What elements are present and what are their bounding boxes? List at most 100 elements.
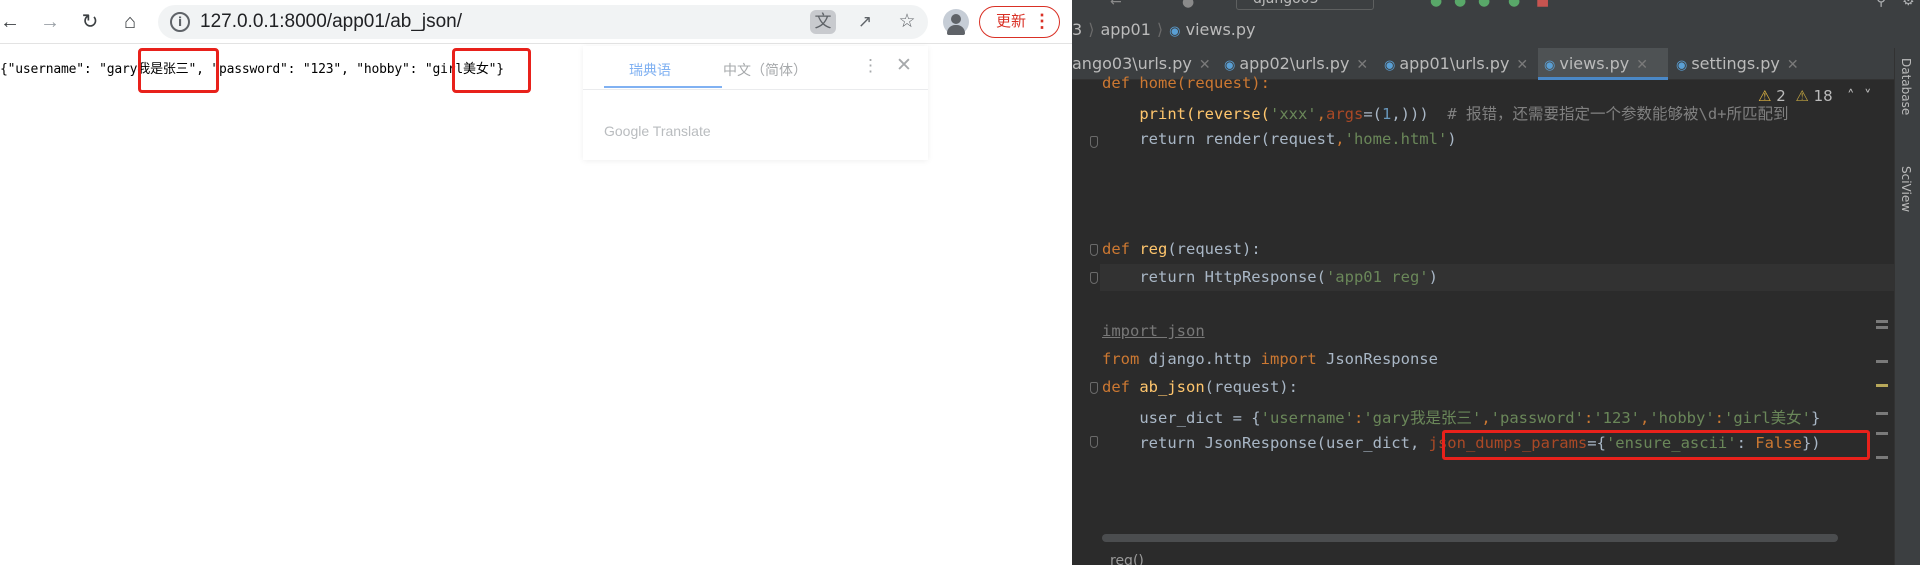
code-comment: # 报错，还需要指定一个参数能够被\d+所匹配到: [1447, 105, 1789, 123]
fold-marker-icon[interactable]: [1090, 436, 1098, 448]
tab-app01-urls[interactable]: ◉ app01\urls.py ✕: [1378, 48, 1534, 80]
horizontal-scrollbar[interactable]: [1102, 534, 1838, 542]
fold-marker-icon[interactable]: [1090, 136, 1098, 148]
weak-warning-icon: ⚠: [1795, 87, 1809, 105]
share-icon[interactable]: ↗: [852, 10, 878, 34]
breadcrumb-root[interactable]: 3: [1072, 20, 1082, 39]
code-token: 'girl美女': [1724, 409, 1812, 427]
kebab-menu-icon[interactable]: ⋮: [1033, 7, 1051, 36]
tab-views[interactable]: ◉ views.py ✕: [1538, 48, 1668, 80]
stop-icon[interactable]: ■: [1536, 0, 1549, 9]
highlight-box-username: [138, 48, 219, 93]
code-editor[interactable]: def home(request): print(reverse('xxx', a…: [1072, 74, 1894, 540]
tab-label: settings.py: [1691, 54, 1780, 73]
run-config-select[interactable]: django03: [1236, 0, 1374, 10]
code-token: print(reverse(: [1102, 105, 1270, 123]
code-token: ): [1447, 130, 1457, 148]
profile-avatar-icon[interactable]: [943, 9, 969, 35]
code-token: 'xxx': [1269, 105, 1317, 123]
code-line-def-reg: def reg(request):: [1102, 240, 1261, 258]
code-line-import-json: import json: [1102, 322, 1205, 340]
tab-label: views.py: [1559, 54, 1630, 73]
python-file-icon: ◉: [1224, 58, 1236, 73]
code-token: user_dict = {: [1102, 409, 1261, 427]
debug-icon[interactable]: ●: [1454, 0, 1466, 9]
code-token: ab_json: [1139, 378, 1205, 396]
forward-arrow-icon[interactable]: →: [36, 8, 64, 36]
update-button[interactable]: 更新 ⋮: [979, 6, 1060, 38]
breadcrumb-separator: ⟩: [1156, 20, 1164, 39]
tool-window-database[interactable]: Database: [1899, 58, 1913, 115]
inspection-widget[interactable]: ⚠ 2 ⚠ 18 ˄ ˅: [1758, 87, 1872, 105]
breadcrumb-folder[interactable]: app01: [1100, 20, 1150, 39]
popup-menu-icon[interactable]: ⋮: [862, 56, 879, 76]
warning-icon: ⚠: [1758, 87, 1772, 105]
tab-label: ango03\urls.py: [1072, 54, 1192, 73]
run-icon[interactable]: ●: [1430, 0, 1442, 9]
close-icon[interactable]: ✕: [1199, 57, 1211, 73]
json-response-text: {"username": "gary我是张三", "password": "12…: [0, 62, 504, 77]
code-token: def: [1102, 240, 1140, 258]
breadcrumb-file[interactable]: views.py: [1186, 20, 1256, 39]
fold-marker-icon[interactable]: [1090, 382, 1098, 394]
bookmark-star-icon[interactable]: ☆: [894, 10, 920, 34]
address-bar[interactable]: i 127.0.0.1:8000/app01/ab_json/ 文 ↗ ☆: [158, 5, 928, 39]
close-icon[interactable]: ✕: [896, 54, 912, 77]
code-token: ,: [1316, 105, 1326, 123]
tool-window-sciview[interactable]: SciView: [1899, 166, 1913, 212]
browser-toolbar: ← → ↻ ⌂ i 127.0.0.1:8000/app01/ab_json/ …: [0, 0, 1072, 44]
profile-icon[interactable]: ●: [1508, 0, 1520, 9]
back-arrow-icon[interactable]: ←: [0, 8, 24, 36]
tab-label: app01\urls.py: [1399, 54, 1510, 73]
ide-navbar: ← ● django03 ● ● ● ● ■ ⚲ ⚙ 3 ⟩ app01 ⟩ ◉ vie…: [1072, 0, 1920, 48]
code-token: 'app01 reg': [1325, 268, 1429, 286]
breadcrumb: 3 ⟩ app01 ⟩ ◉ views.py: [1072, 20, 1256, 39]
code-token: 'home.html': [1344, 130, 1448, 148]
python-file-icon: ◉: [1384, 58, 1396, 73]
url-host: 127.0.0.1: [200, 11, 280, 32]
code-token: def: [1102, 378, 1140, 396]
code-token: import: [1260, 350, 1317, 368]
code-token: 'hobby': [1649, 409, 1715, 427]
code-token: :: [1353, 409, 1364, 427]
code-token: ,: [1481, 409, 1491, 427]
site-info-icon[interactable]: i: [170, 12, 190, 32]
close-icon[interactable]: ✕: [1516, 57, 1528, 73]
code-token: ): [1428, 268, 1438, 286]
google-translate-brand: Google Translate: [604, 123, 711, 139]
close-icon[interactable]: ✕: [1636, 57, 1648, 73]
update-label: 更新: [996, 13, 1027, 30]
python-file-icon: ◉: [1169, 24, 1181, 39]
code-token: (request):: [1167, 240, 1261, 258]
code-token: from: [1102, 350, 1140, 368]
bottom-breadcrumb[interactable]: reg(): [1110, 553, 1144, 565]
home-icon[interactable]: ⌂: [116, 8, 144, 36]
fold-marker-icon[interactable]: [1090, 272, 1098, 284]
back-icon[interactable]: ←: [1110, 0, 1122, 10]
close-icon[interactable]: ✕: [1787, 57, 1799, 73]
url-text[interactable]: 127.0.0.1:8000/app01/ab_json/: [200, 5, 462, 39]
code-line-from-import: from django.http import JsonResponse: [1102, 350, 1438, 368]
user-icon[interactable]: ●: [1182, 0, 1194, 10]
search-icon[interactable]: ⚲: [1876, 0, 1886, 9]
fold-marker-icon[interactable]: [1090, 244, 1098, 256]
tab-settings[interactable]: ◉ settings.py ✕: [1670, 48, 1805, 80]
chevron-down-icon[interactable]: ˅: [1864, 87, 1872, 105]
tab-target-language[interactable]: 中文（简体）: [723, 60, 807, 80]
coverage-icon[interactable]: ●: [1478, 0, 1490, 9]
tab-label: app02\urls.py: [1239, 54, 1350, 73]
code-token: ,: [1335, 130, 1345, 148]
code-token: 'password': [1490, 409, 1584, 427]
translate-icon[interactable]: 文: [810, 10, 836, 34]
code-token: def home(request):: [1102, 74, 1270, 92]
tab-source-language[interactable]: 瑞典语: [629, 60, 671, 80]
code-token: reg: [1139, 240, 1168, 258]
chevron-up-icon[interactable]: ˄: [1847, 87, 1855, 105]
right-tool-strip: Database SciView: [1894, 48, 1920, 565]
close-icon[interactable]: ✕: [1356, 57, 1368, 73]
settings-gear-icon[interactable]: ⚙: [1902, 0, 1915, 9]
url-path: :8000/app01/ab_json/: [279, 11, 463, 32]
reload-icon[interactable]: ↻: [76, 8, 104, 36]
code-line-httpresponse: return HttpResponse('app01 reg'): [1102, 268, 1438, 286]
code-line-def-home: def home(request):: [1102, 74, 1270, 92]
